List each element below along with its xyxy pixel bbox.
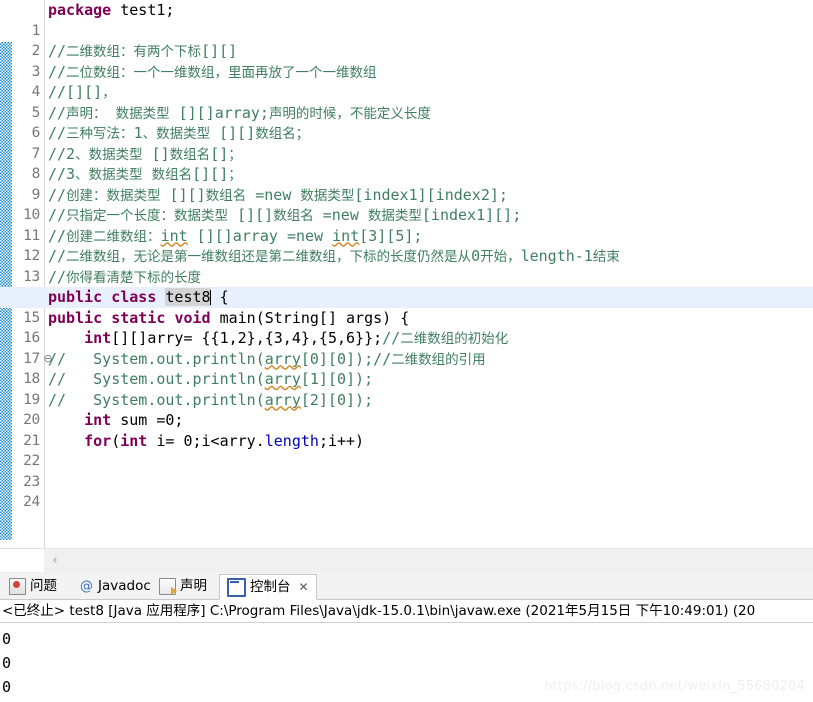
eclipse-ide-window: 1 package test1; 2 3 //二维数组：有两个下标[][] 4 … [0,0,813,702]
code-line[interactable]: 7 //三种写法：1、数据类型 [][]数组名； [0,123,813,162]
line-content: package test1; [48,1,175,19]
tab-declaration[interactable]: 声明 [152,574,214,599]
line-content: // System.out.println(arry[0][0]);//二维数组… [48,349,486,368]
line-content: // System.out.println(arry[2][0]); [48,390,374,409]
code-line-active[interactable]: 15 public class test8 { [0,287,813,326]
line-content: //二位数组：一个一维数组，里面再放了一个一维数组 [48,62,377,81]
line-content: int[][]arry= {{1,2},{3,4},{5,6}};//二维数组的… [84,329,509,347]
javadoc-icon: @ [80,579,93,594]
line-content: //二维数组，无论是第一维数组还是第二维数组，下标的长度仍然是从0开始，leng… [48,247,620,265]
tab-label: Javadoc [98,578,151,594]
line-content: //声明： 数据类型 [][]array;声明的时候，不能定义长度 [48,103,431,122]
line-content: //创建二维数组：int [][]array =new int[3][5]; [48,226,423,245]
code-line[interactable]: 8 //2、数据类型 []数组名[]； [0,144,813,183]
code-line[interactable]: 24 [0,472,813,510]
line-content: public static void main(String[] args) { [48,308,410,327]
tab-problems[interactable]: 问题 [2,574,64,599]
code-line[interactable]: 22 for(int i= 0;i<arry.length;i++) [0,431,813,470]
code-line[interactable]: 16 ⊖ public static void main(String[] ar… [0,308,813,365]
line-content: //二维数组：有两个下标[][] [48,42,238,60]
console-output-line: 0 [2,630,12,648]
code-line[interactable]: 21 int sum =0; [0,410,813,449]
code-line[interactable]: 20 // System.out.println(arry[2][0]); [0,390,813,429]
line-content: //[][]， [48,83,116,101]
panel-tabbar: 问题 @ Javadoc 声明 控制台 ✕ [0,573,813,600]
console-icon [227,577,246,597]
code-editor[interactable]: 1 package test1; 2 3 //二维数组：有两个下标[][] 4 … [0,0,813,548]
tab-javadoc[interactable]: @ Javadoc [72,574,158,599]
problems-icon [9,578,26,595]
line-content: //只指定一个长度：数据类型 [][]数组名 =new 数据类型[index1]… [48,206,522,224]
code-line[interactable]: 5 //[][]， [0,82,813,121]
code-line[interactable]: 17 int[][]arry= {{1,2},{3,4},{5,6}};//二维… [0,328,813,367]
line-number: 24 [23,494,40,510]
code-line[interactable]: 14 //你得看清楚下标的长度 [0,267,813,306]
line-content: //创建：数据类型 [][]数组名 =new 数据类型[index1][inde… [48,185,508,204]
tab-console[interactable]: 控制台 ✕ [219,574,317,600]
code-line[interactable]: 10 //创建：数据类型 [][]数组名 =new 数据类型[index1][i… [0,185,813,224]
tab-label: 控制台 [250,578,291,595]
console-status-line: <已终止> test8 [Java 应用程序] C:\Program Files… [0,600,813,623]
line-content: //2、数据类型 []数组名[]； [48,144,242,163]
line-content: //3、数据类型 数组名[][]； [48,165,242,183]
line-content: //你得看清楚下标的长度 [48,267,202,286]
console-output-line: 0 [2,654,12,672]
code-line[interactable]: 18 // System.out.println(arry[0][0]);//二… [0,349,813,388]
line-content: //三种写法：1、数据类型 [][]数组名； [48,124,310,142]
code-lines[interactable]: 1 package test1; 2 3 //二维数组：有两个下标[][] 4 … [0,0,813,548]
code-line[interactable]: 11 //只指定一个长度：数据类型 [][]数组名 =new 数据类型[inde… [0,205,813,244]
selected-token: test8 [165,288,211,306]
console-output[interactable]: 0 0 0 [0,623,813,702]
editor-horizontal-scrollbar[interactable]: ‹ [0,548,813,573]
console-output-line: 0 [2,678,12,696]
line-content: int sum =0; [84,411,184,429]
code-line[interactable]: 23 [0,451,813,490]
code-line[interactable]: 13 //二维数组，无论是第一维数组还是第二维数组，下标的长度仍然是从0开始，l… [0,246,813,285]
tab-label: 问题 [30,578,57,594]
code-line[interactable]: 6 //声明： 数据类型 [][]array;声明的时候，不能定义长度 [0,103,813,142]
code-line[interactable]: 9 //3、数据类型 数组名[][]； [0,164,813,203]
tab-label: 声明 [180,578,207,594]
declaration-icon [159,578,177,595]
line-content: for(int i= 0;i<arry.length;i++) [84,431,365,450]
scrollbar-left-cap [0,549,44,572]
code-line[interactable]: 1 package test1; [0,0,813,39]
code-line[interactable]: 4 //二位数组：一个一维数组，里面再放了一个一维数组 [0,62,813,101]
bottom-panel: 问题 @ Javadoc 声明 控制台 ✕ <已终止> test8 [Java … [0,573,813,702]
code-line[interactable]: 3 //二维数组：有两个下标[][] [0,41,813,80]
code-line[interactable]: 19 // System.out.println(arry[1][0]); [0,369,813,408]
code-line[interactable]: 2 [0,21,813,59]
scroll-left-arrow-icon[interactable]: ‹ [46,550,64,571]
close-icon[interactable]: ✕ [299,575,309,600]
code-line[interactable]: 12 //创建二维数组：int [][]array =new int[3][5]… [0,226,813,265]
line-content: // System.out.println(arry[1][0]); [48,370,374,388]
line-content: public class test8 { [48,288,229,306]
